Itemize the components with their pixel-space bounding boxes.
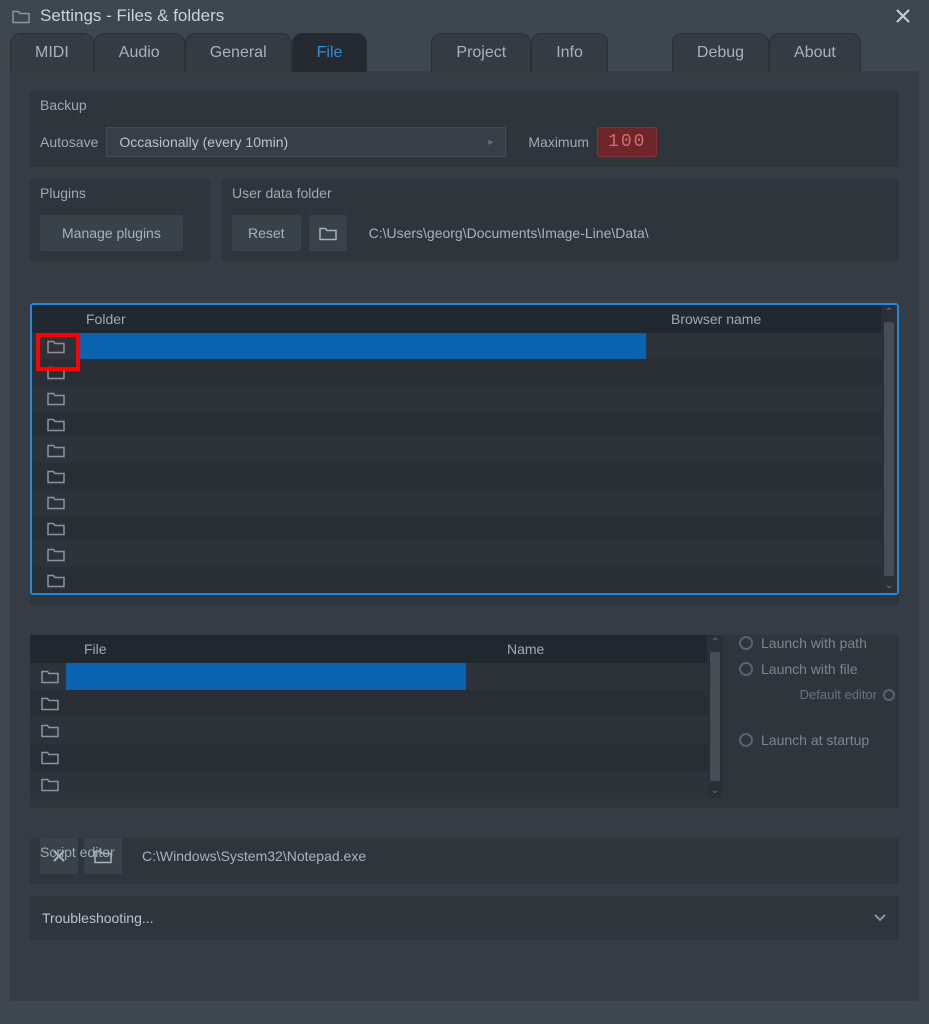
scroll-thumb[interactable] bbox=[884, 322, 894, 576]
maximum-spinner[interactable]: 100 bbox=[597, 127, 657, 157]
folder-row-4[interactable] bbox=[32, 411, 881, 437]
group-label-backup: Backup bbox=[40, 97, 87, 113]
chevron-right-icon: ▸ bbox=[488, 137, 493, 148]
group-user-data: User data folder Reset C:\Users\georg\Do… bbox=[222, 179, 899, 261]
tab-file[interactable]: File bbox=[292, 33, 368, 72]
radio-icon bbox=[883, 689, 895, 701]
radio-icon bbox=[739, 662, 753, 676]
autosave-label: Autosave bbox=[40, 134, 98, 150]
radio-default-editor[interactable]: Default editor bbox=[739, 687, 899, 702]
tool-row-1[interactable] bbox=[30, 663, 707, 690]
group-plugins: Plugins Manage plugins bbox=[30, 179, 210, 261]
userdata-path: C:\Users\georg\Documents\Image-Line\Data… bbox=[369, 225, 649, 241]
browser-folders-header: Folder Browser name bbox=[32, 305, 881, 333]
folder-row-5[interactable] bbox=[32, 437, 881, 463]
group-label-plugins: Plugins bbox=[40, 185, 86, 201]
folder-row-6[interactable] bbox=[32, 463, 881, 489]
folder-icon bbox=[12, 9, 30, 24]
manage-plugins-button[interactable]: Manage plugins bbox=[40, 215, 183, 251]
folder-icon[interactable] bbox=[34, 669, 66, 684]
content-panel: Backup Autosave Occasionally (every 10mi… bbox=[10, 71, 919, 1001]
radio-launch-path[interactable]: Launch with path bbox=[739, 635, 899, 651]
group-browser-folders: Browser extra search folders Folder Brow… bbox=[30, 303, 899, 605]
browser-folders-scrollbar[interactable]: ⌃ ⌄ bbox=[881, 305, 897, 593]
scroll-down-icon[interactable]: ⌄ bbox=[709, 783, 721, 798]
col-name: Name bbox=[507, 641, 697, 657]
group-external-tools: External tools File Name bbox=[30, 635, 899, 808]
radio-launch-startup[interactable]: Launch at startup bbox=[739, 732, 899, 748]
tab-project[interactable]: Project bbox=[431, 33, 531, 72]
tabs-bar: MIDI Audio General File Project Info Deb… bbox=[0, 32, 929, 71]
group-label-user-data: User data folder bbox=[232, 185, 332, 201]
tool-row-4[interactable] bbox=[30, 744, 707, 771]
radio-icon bbox=[739, 733, 753, 747]
tool-row-3[interactable] bbox=[30, 717, 707, 744]
folder-row-9[interactable] bbox=[32, 541, 881, 567]
reset-button[interactable]: Reset bbox=[232, 215, 301, 251]
tab-debug[interactable]: Debug bbox=[672, 33, 769, 72]
tab-midi[interactable]: MIDI bbox=[10, 33, 94, 72]
troubleshooting-label: Troubleshooting... bbox=[42, 910, 154, 926]
scroll-down-icon[interactable]: ⌄ bbox=[883, 578, 895, 593]
folder-row-10[interactable] bbox=[32, 567, 881, 593]
tab-general[interactable]: General bbox=[185, 33, 292, 72]
external-tools-scrollbar[interactable]: ⌃ ⌄ bbox=[707, 635, 723, 798]
external-tools-list: File Name bbox=[30, 635, 723, 798]
folder-row-1[interactable] bbox=[32, 333, 881, 359]
radio-icon bbox=[739, 636, 753, 650]
folder-row-2[interactable] bbox=[32, 359, 881, 385]
script-path: C:\Windows\System32\Notepad.exe bbox=[142, 848, 366, 864]
col-folder: Folder bbox=[86, 311, 671, 327]
folder-row-3[interactable] bbox=[32, 385, 881, 411]
browse-userdata-button[interactable] bbox=[309, 215, 347, 251]
annotation-highlight bbox=[36, 333, 80, 371]
folder-row-8[interactable] bbox=[32, 515, 881, 541]
tab-info[interactable]: Info bbox=[531, 33, 608, 72]
maximum-label: Maximum bbox=[528, 134, 589, 150]
close-button[interactable] bbox=[889, 6, 917, 26]
autosave-value: Occasionally (every 10min) bbox=[119, 134, 288, 150]
scroll-up-icon[interactable]: ⌃ bbox=[883, 305, 895, 320]
troubleshooting-expander[interactable]: Troubleshooting... bbox=[30, 896, 899, 940]
folder-row-7[interactable] bbox=[32, 489, 881, 515]
group-label-script-editor: Script editor bbox=[40, 844, 115, 860]
tool-row-2[interactable] bbox=[30, 690, 707, 717]
scroll-up-icon[interactable]: ⌃ bbox=[709, 635, 721, 650]
scroll-thumb[interactable] bbox=[710, 652, 720, 781]
tab-audio[interactable]: Audio bbox=[94, 33, 185, 72]
tab-about[interactable]: About bbox=[769, 33, 861, 72]
group-backup: Backup Autosave Occasionally (every 10mi… bbox=[30, 91, 899, 167]
col-browser-name: Browser name bbox=[671, 311, 871, 327]
col-file: File bbox=[84, 641, 507, 657]
titlebar: Settings - Files & folders bbox=[0, 0, 929, 32]
browser-folders-list: Folder Browser name bbox=[30, 303, 899, 595]
external-tools-options: Launch with path Launch with file Defaul… bbox=[739, 635, 899, 798]
chevron-down-icon bbox=[873, 913, 887, 923]
autosave-dropdown[interactable]: Occasionally (every 10min) ▸ bbox=[106, 127, 506, 157]
window-title: Settings - Files & folders bbox=[40, 6, 224, 26]
group-script-editor: Script editor C:\Windows\System32\Notepa… bbox=[30, 838, 899, 884]
radio-launch-file[interactable]: Launch with file bbox=[739, 661, 899, 677]
tool-row-5[interactable] bbox=[30, 771, 707, 798]
